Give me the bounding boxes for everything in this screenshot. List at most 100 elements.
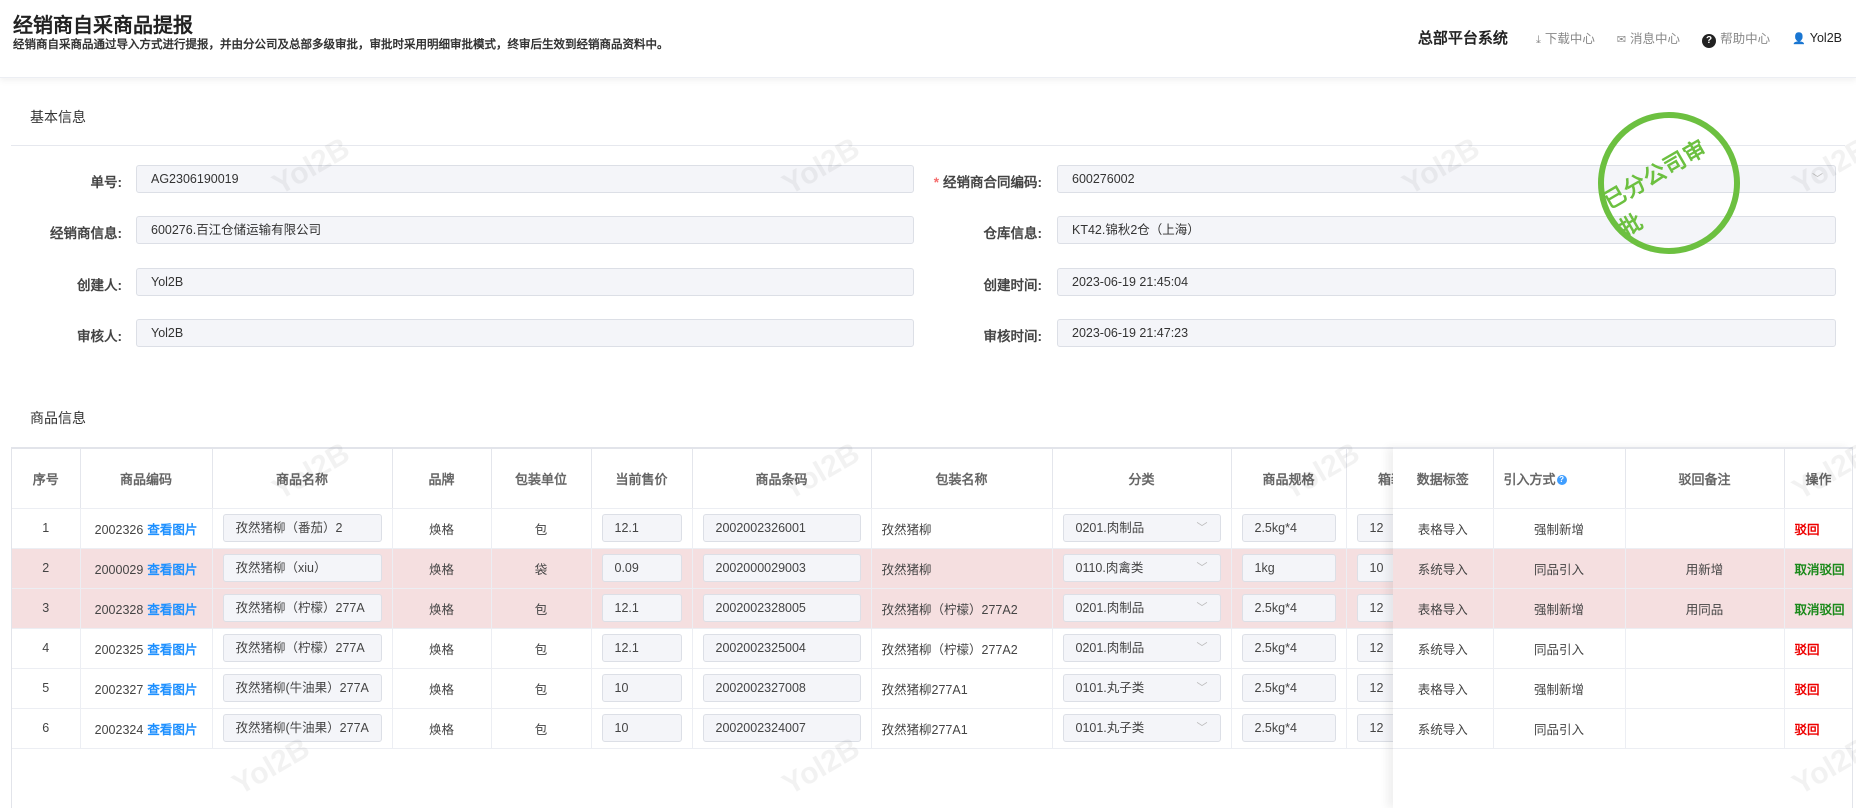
view-image-link[interactable]: 查看图片 xyxy=(147,523,197,537)
package-name: 孜然猪柳 xyxy=(871,508,1053,549)
cancel-reject-button[interactable]: 取消驳回 xyxy=(1795,603,1845,617)
reject-button[interactable]: 驳回 xyxy=(1795,523,1820,537)
action-cell: 驳回 xyxy=(1784,628,1852,669)
column-header: 序号 xyxy=(12,449,81,509)
column-header: 操作 xyxy=(1784,449,1852,509)
column-header: 数据标签 xyxy=(1393,449,1494,509)
barcode-input[interactable]: 2002002326001 xyxy=(702,514,861,542)
download-center-link[interactable]: ⤓ 下载中心 xyxy=(1536,28,1595,47)
chevron-down-icon: ﹀ xyxy=(1196,682,1208,694)
product-code: 2002326 xyxy=(94,522,144,537)
table-row: 2 2000029 查看图片 孜然猪柳（xiu） 焕格袋 0.09 200200002900… xyxy=(12,548,1393,589)
message-center-link[interactable]: ✉ 消息中心 xyxy=(1617,28,1680,47)
row-number: 3 xyxy=(12,588,81,629)
package-name: 孜然猪柳277A1 xyxy=(871,708,1053,749)
category-cell: 0201.肉制品 ﹀ xyxy=(1052,508,1232,549)
package-unit: 包 xyxy=(491,508,592,549)
help-icon[interactable]: ? xyxy=(1556,475,1567,486)
product-name-input[interactable]: 孜然猪柳（番茄）2 xyxy=(222,514,382,542)
brand: 焕格 xyxy=(392,708,492,749)
table-row: 3 2002328 查看图片 孜然猪柳（柠檬）277A 焕格包 12.1 200200232… xyxy=(12,588,1393,629)
view-image-link[interactable]: 查看图片 xyxy=(147,603,197,617)
box-qty-input[interactable]: 12 xyxy=(1356,634,1393,662)
column-header: 当前售价 xyxy=(591,449,693,509)
chevron-down-icon: ﹀ xyxy=(1196,562,1208,574)
spec-input[interactable]: 1kg xyxy=(1241,554,1336,582)
cancel-reject-button[interactable]: 取消驳回 xyxy=(1795,563,1845,577)
product-code-cell: 2002325 查看图片 xyxy=(80,628,213,669)
divider xyxy=(11,145,1845,146)
goods-info-title: 商品信息 xyxy=(30,410,86,426)
category-select[interactable]: 0101.丸子类 ﹀ xyxy=(1062,674,1221,702)
product-name-input[interactable]: 孜然猪柳(牛油果）277A xyxy=(222,674,382,702)
spec-input[interactable]: 2.5kg*4 xyxy=(1241,674,1336,702)
box-qty-input[interactable]: 12 xyxy=(1356,714,1393,742)
column-header: 商品条码 xyxy=(692,449,872,509)
creator-field[interactable]: Yol2B xyxy=(136,268,914,296)
barcode-cell: 2002000029003 xyxy=(692,548,872,589)
view-image-link[interactable]: 查看图片 xyxy=(147,723,197,737)
package-name: 孜然猪柳（柠檬）277A2 xyxy=(871,628,1053,669)
table-row: 系统导入 同品引入 驳回 xyxy=(1393,708,1852,749)
data-tag: 表格导入 xyxy=(1393,508,1494,549)
product-code-cell: 2002327 查看图片 xyxy=(80,668,213,709)
reject-button[interactable]: 驳回 xyxy=(1795,643,1820,657)
order-no-field[interactable]: AG2306190019 xyxy=(136,165,914,193)
category-select[interactable]: 0201.肉制品 ﹀ xyxy=(1062,634,1221,662)
product-code: 2002325 xyxy=(94,642,144,657)
help-center-link[interactable]: ? 帮助中心 xyxy=(1702,28,1770,48)
barcode-input[interactable]: 2002000029003 xyxy=(702,554,861,582)
brand: 焕格 xyxy=(392,508,492,549)
price-input[interactable]: 10 xyxy=(601,674,682,702)
box-qty-input[interactable]: 12 xyxy=(1356,514,1393,542)
barcode-input[interactable]: 2002002324007 xyxy=(702,714,861,742)
price-input[interactable]: 0.09 xyxy=(601,554,682,582)
barcode-input[interactable]: 2002002328005 xyxy=(702,594,861,622)
product-name-input[interactable]: 孜然猪柳（xiu） xyxy=(222,554,382,582)
spec-input[interactable]: 2.5kg*4 xyxy=(1241,714,1336,742)
product-name-input[interactable]: 孜然猪柳(牛油果）277A xyxy=(222,714,382,742)
view-image-link[interactable]: 查看图片 xyxy=(147,563,197,577)
price-input[interactable]: 12.1 xyxy=(601,514,682,542)
price-input[interactable]: 12.1 xyxy=(601,634,682,662)
box-qty-input[interactable]: 12 xyxy=(1356,594,1393,622)
user-menu[interactable]: 👤 Yol2B xyxy=(1792,31,1842,45)
top-bar: 经销商自采商品提报 经销商自采商品通过导入方式进行提报，并由分公司及总部多级审批… xyxy=(0,0,1856,78)
spec-input[interactable]: 2.5kg*4 xyxy=(1241,514,1336,542)
basic-info-title: 基本信息 xyxy=(30,109,86,125)
box-qty-input[interactable]: 12 xyxy=(1356,674,1393,702)
help-label: 帮助中心 xyxy=(1720,31,1771,46)
spec-input[interactable]: 2.5kg*4 xyxy=(1241,634,1336,662)
product-code: 2002328 xyxy=(94,602,144,617)
category-select[interactable]: 0201.肉制品 ﹀ xyxy=(1062,594,1221,622)
category-select[interactable]: 0101.丸子类 ﹀ xyxy=(1062,714,1221,742)
reviewer-label: 审核人: xyxy=(77,329,122,344)
product-name-input[interactable]: 孜然猪柳（柠檬）277A xyxy=(222,634,382,662)
system-name: 总部平台系统 xyxy=(1417,30,1508,47)
view-image-link[interactable]: 查看图片 xyxy=(147,643,197,657)
table-row: 系统导入 同品引入 用新增 取消驳回 xyxy=(1393,548,1852,589)
category-select[interactable]: 0110.肉禽类 ﹀ xyxy=(1062,554,1221,582)
reviewed-time-field[interactable]: 2023-06-19 21:47:23 xyxy=(1057,319,1836,347)
reject-button[interactable]: 驳回 xyxy=(1795,723,1820,737)
reviewer-field[interactable]: Yol2B xyxy=(136,319,914,347)
view-image-link[interactable]: 查看图片 xyxy=(147,683,197,697)
category-select[interactable]: 0201.肉制品 ﹀ xyxy=(1062,514,1221,542)
price-cell: 10 xyxy=(591,708,693,749)
category-cell: 0201.肉制品 ﹀ xyxy=(1052,588,1232,629)
reject-button[interactable]: 驳回 xyxy=(1795,683,1820,697)
product-name-input[interactable]: 孜然猪柳（柠檬）277A xyxy=(222,594,382,622)
dealer-field[interactable]: 600276.百江仓储运输有限公司 xyxy=(136,216,914,244)
price-input[interactable]: 10 xyxy=(601,714,682,742)
barcode-input[interactable]: 2002002325004 xyxy=(702,634,861,662)
goods-table-fixed-right: 数据标签 引入方式? 驳回备注 操作 表格导入 强制新增 驳回 系统导入 同品引入 用新增 取消驳回… xyxy=(1393,447,1853,808)
chevron-down-icon: ﹀ xyxy=(1196,522,1208,534)
box-qty-input[interactable]: 10 xyxy=(1356,554,1393,582)
product-code-cell: 2000029 查看图片 xyxy=(80,548,213,589)
spec-input[interactable]: 2.5kg*4 xyxy=(1241,594,1336,622)
barcode-input[interactable]: 2002002327008 xyxy=(702,674,861,702)
table-row: 表格导入 强制新增 驳回 xyxy=(1393,508,1852,549)
price-input[interactable]: 12.1 xyxy=(601,594,682,622)
action-cell: 取消驳回 xyxy=(1784,548,1852,589)
created-time-field[interactable]: 2023-06-19 21:45:04 xyxy=(1057,268,1836,296)
